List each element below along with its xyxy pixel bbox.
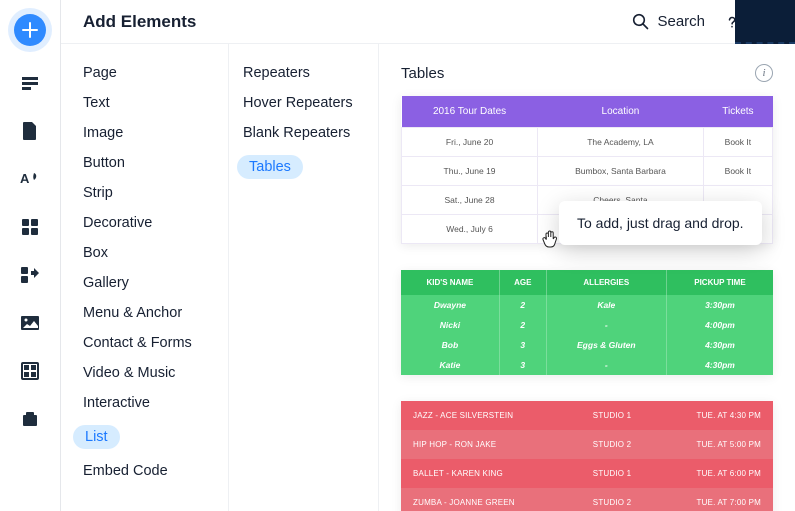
category-list: PageTextImageButtonStripDecorativeBoxGal…: [61, 44, 229, 511]
table-cell: TUE. AT 6:00 PM: [654, 459, 773, 488]
apps-icon[interactable]: [19, 216, 41, 238]
media-icon[interactable]: [19, 312, 41, 334]
content-manager-icon[interactable]: [19, 360, 41, 382]
table-cell: 3: [499, 355, 546, 375]
table-cell: Dwayne: [401, 295, 499, 315]
table-preset-red[interactable]: JAZZ - ACE SILVERSTEINSTUDIO 1TUE. AT 4:…: [401, 401, 773, 511]
table-header-cell: ALLERGIES: [546, 270, 666, 295]
table-cell: -: [546, 315, 666, 335]
table-row: Katie3-4:30pm: [401, 355, 773, 375]
table-row: ZUMBA - JOANNE GREENSTUDIO 2TUE. AT 7:00…: [401, 488, 773, 511]
table-cell: Bob: [401, 335, 499, 355]
table-header-cell: 2016 Tour Dates: [402, 96, 538, 128]
table-cell: STUDIO 1: [570, 401, 654, 430]
canvas-background-strip: [735, 0, 795, 44]
svg-text:A: A: [20, 171, 30, 186]
search-button[interactable]: Search: [631, 13, 705, 31]
table-row: Thu., June 19Bumbox, Santa BarbaraBook I…: [402, 157, 773, 186]
table-header-cell: KID'S NAME: [401, 270, 499, 295]
table-cell: Kale: [546, 295, 666, 315]
section-title: Tables: [401, 65, 444, 82]
table-cell: 4:30pm: [666, 355, 773, 375]
table-row: Dwayne2Kale3:30pm: [401, 295, 773, 315]
category-item[interactable]: Box: [61, 238, 228, 268]
table-row: Bob3Eggs & Gluten4:30pm: [401, 335, 773, 355]
table-row: JAZZ - ACE SILVERSTEINSTUDIO 1TUE. AT 4:…: [401, 401, 773, 430]
table-cell: JAZZ - ACE SILVERSTEIN: [401, 401, 570, 430]
drag-drop-tooltip: To add, just drag and drop.: [559, 201, 762, 245]
my-business-icon[interactable]: [19, 264, 41, 286]
category-item[interactable]: Interactive: [61, 388, 228, 418]
table-cell: The Academy, LA: [538, 128, 704, 157]
table-cell: Sat., June 28: [402, 186, 538, 215]
table-cell: 3: [499, 335, 546, 355]
theme-icon[interactable]: A: [19, 168, 41, 190]
table-row: HIP HOP - RON JAKESTUDIO 2TUE. AT 5:00 P…: [401, 430, 773, 459]
table-header-cell: Tickets: [703, 96, 772, 128]
table-cell: Book It: [703, 128, 772, 157]
table-cell: Katie: [401, 355, 499, 375]
category-item[interactable]: Decorative: [61, 208, 228, 238]
table-cell: BALLET - KAREN KING: [401, 459, 570, 488]
table-cell: Wed., July 6: [402, 215, 538, 244]
category-item[interactable]: Image: [61, 118, 228, 148]
table-cell: STUDIO 2: [570, 430, 654, 459]
table-cell: Eggs & Gluten: [546, 335, 666, 355]
search-icon: [631, 13, 649, 31]
table-cell: 2: [499, 315, 546, 335]
table-cell: 2: [499, 295, 546, 315]
table-header-cell: AGE: [499, 270, 546, 295]
table-cell: -: [546, 355, 666, 375]
subcategory-item[interactable]: Hover Repeaters: [229, 88, 378, 118]
table-row: Fri., June 20The Academy, LABook It: [402, 128, 773, 157]
category-item[interactable]: Menu & Anchor: [61, 298, 228, 328]
left-tool-rail: A: [0, 0, 60, 511]
table-cell: Book It: [703, 157, 772, 186]
bookings-icon[interactable]: [19, 408, 41, 430]
category-item[interactable]: Gallery: [61, 268, 228, 298]
page-background-icon[interactable]: [19, 120, 41, 142]
table-cell: Fri., June 20: [402, 128, 538, 157]
category-item[interactable]: Page: [61, 58, 228, 88]
table-cell: HIP HOP - RON JAKE: [401, 430, 570, 459]
category-item[interactable]: Contact & Forms: [61, 328, 228, 358]
add-elements-panel: A Add Elements Search: [0, 0, 795, 511]
table-cell: TUE. AT 5:00 PM: [654, 430, 773, 459]
category-item[interactable]: Button: [61, 148, 228, 178]
table-cell: 4:30pm: [666, 335, 773, 355]
category-item[interactable]: Strip: [61, 178, 228, 208]
panel-header: Add Elements Search: [61, 0, 795, 44]
category-item[interactable]: List: [61, 418, 228, 456]
table-cell: Nicki: [401, 315, 499, 335]
table-header-cell: Location: [538, 96, 704, 128]
table-cell: STUDIO 2: [570, 488, 654, 511]
table-cell: 4:00pm: [666, 315, 773, 335]
table-cell: ZUMBA - JOANNE GREEN: [401, 488, 570, 511]
table-header-cell: PICKUP TIME: [666, 270, 773, 295]
table-cell: 3:30pm: [666, 295, 773, 315]
subcategory-list: RepeatersHover RepeatersBlank RepeatersT…: [229, 44, 379, 511]
table-row: Nicki2-4:00pm: [401, 315, 773, 335]
table-row: BALLET - KAREN KINGSTUDIO 1TUE. AT 6:00 …: [401, 459, 773, 488]
table-cell: Thu., June 19: [402, 157, 538, 186]
search-label: Search: [657, 13, 705, 30]
table-cell: Bumbox, Santa Barbara: [538, 157, 704, 186]
table-cell: TUE. AT 4:30 PM: [654, 401, 773, 430]
table-cell: STUDIO 1: [570, 459, 654, 488]
panel-title: Add Elements: [83, 12, 196, 32]
pages-icon[interactable]: [19, 72, 41, 94]
subcategory-item[interactable]: Blank Repeaters: [229, 118, 378, 148]
info-icon[interactable]: i: [755, 64, 773, 82]
category-item[interactable]: Text: [61, 88, 228, 118]
category-item[interactable]: Embed Code: [61, 456, 228, 486]
table-cell: TUE. AT 7:00 PM: [654, 488, 773, 511]
subcategory-item[interactable]: Repeaters: [229, 58, 378, 88]
table-preset-green[interactable]: KID'S NAMEAGEALLERGIESPICKUP TIMEDwayne2…: [401, 270, 773, 375]
category-item[interactable]: Video & Music: [61, 358, 228, 388]
add-elements-button[interactable]: [14, 14, 46, 46]
content-area: Tables i 2016 Tour DatesLocationTicketsF…: [379, 44, 795, 511]
subcategory-item[interactable]: Tables: [229, 148, 378, 186]
